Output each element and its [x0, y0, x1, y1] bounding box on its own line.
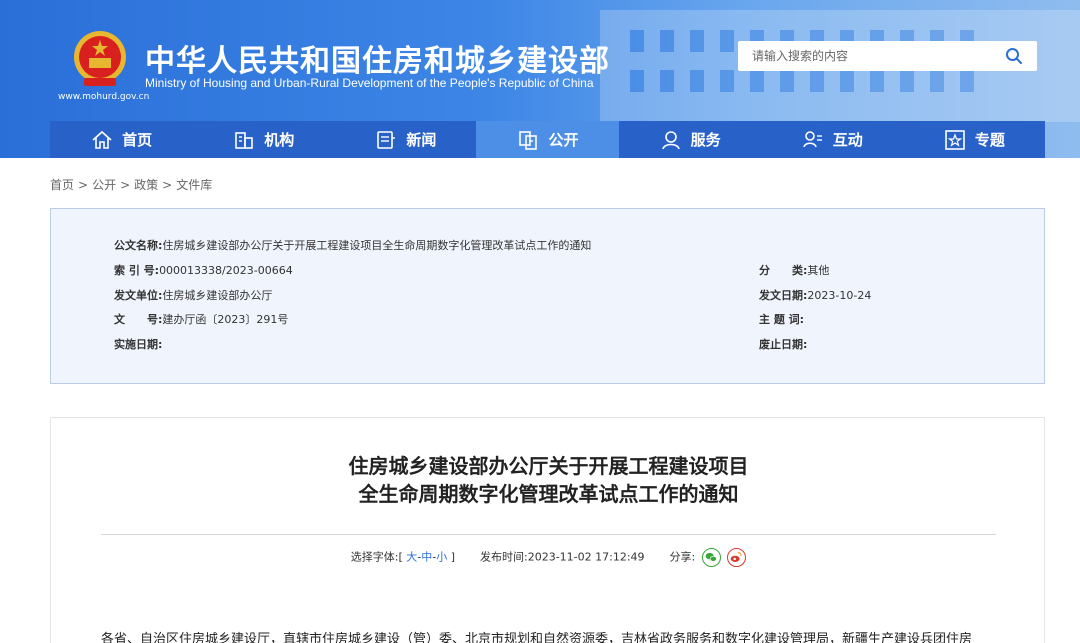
article-info-line: 选择字体:[ 大-中-小 ] 发布时间:2023-11-02 17:12:49 … — [51, 548, 1046, 567]
breadcrumb-policy[interactable]: 政策 — [134, 178, 158, 192]
article-body: 各省、自治区住房城乡建设厅，直辖市住房城乡建设（管）委、北京市规划和自然资源委，… — [101, 632, 973, 643]
nav-item-label: 互动 — [832, 131, 863, 149]
interaction-icon — [802, 130, 822, 147]
share-label: 分享: — [669, 550, 696, 564]
home-icon — [92, 130, 112, 149]
publish-time: 发布时间:2023-11-02 17:12:49 — [480, 550, 645, 564]
site-title: 中华人民共和国住房和城乡建设部 — [145, 44, 610, 79]
breadcrumb-library[interactable]: 文件库 — [176, 178, 212, 192]
nav-item-home[interactable]: 首页 — [50, 121, 192, 158]
breadcrumb: 首页 > 公开 > 政策 > 文件库 — [50, 178, 213, 192]
meta-effective-date: 实施日期: — [114, 338, 163, 351]
main-nav: 首页 机构 新闻 公开 服务 互动 专题 — [50, 121, 1045, 158]
nav-item-news[interactable]: 新闻 — [334, 121, 476, 158]
divider — [101, 534, 996, 535]
wechat-share-icon[interactable] — [701, 548, 721, 567]
meta-doc-number: 文 号:建办厅函〔2023〕291号 — [114, 313, 289, 326]
service-icon — [661, 130, 680, 149]
nav-item-interaction[interactable]: 互动 — [761, 121, 903, 158]
news-icon — [377, 130, 396, 149]
nav-item-label: 机构 — [264, 131, 295, 149]
font-large-link[interactable]: 大 — [406, 551, 417, 564]
meta-expiry-date: 废止日期: — [759, 338, 808, 351]
search-icon[interactable] — [1005, 47, 1023, 65]
meta-doc-name: 公文名称:住房城乡建设部办公厅关于开展工程建设项目全生命周期数字化管理改革试点工… — [114, 239, 592, 252]
meta-issuer: 发文单位:住房城乡建设部办公厅 — [114, 289, 273, 302]
nav-item-label: 专题 — [974, 131, 1005, 149]
breadcrumb-public[interactable]: 公开 — [92, 178, 116, 192]
building-icon — [235, 131, 254, 149]
weibo-share-icon[interactable] — [727, 548, 747, 567]
font-size-selector: 选择字体:[ 大-中-小 ] — [350, 550, 455, 564]
search-box — [738, 41, 1037, 71]
meta-category: 分 类:其他 — [759, 264, 830, 277]
search-input[interactable] — [738, 41, 998, 71]
star-icon — [945, 129, 965, 150]
article-title: 住房城乡建设部办公厅关于开展工程建设项目 全生命周期数字化管理改革试点工作的通知 — [348, 454, 749, 506]
font-medium-link[interactable]: 中 — [421, 551, 432, 564]
breadcrumb-home[interactable]: 首页 — [50, 178, 74, 192]
document-meta-box: 公文名称:住房城乡建设部办公厅关于开展工程建设项目全生命周期数字化管理改革试点工… — [50, 208, 1045, 384]
nav-item-label: 服务 — [690, 131, 721, 149]
document-icon — [519, 130, 538, 150]
nav-item-service[interactable]: 服务 — [619, 121, 761, 158]
nav-item-topics[interactable]: 专题 — [903, 121, 1045, 158]
meta-subject: 主 题 词: — [759, 313, 805, 326]
site-subtitle: Ministry of Housing and Urban-Rural Deve… — [145, 76, 594, 90]
site-url: www.mohurd.gov.cn — [58, 92, 150, 102]
article: 住房城乡建设部办公厅关于开展工程建设项目 全生命周期数字化管理改革试点工作的通知… — [50, 417, 1045, 643]
national-emblem-icon — [74, 31, 126, 86]
meta-index: 索 引 号:000013338/2023-00664 — [114, 264, 293, 277]
meta-issue-date: 发文日期:2023-10-24 — [759, 289, 872, 302]
nav-item-label: 新闻 — [406, 131, 437, 149]
nav-item-label: 公开 — [548, 131, 579, 149]
nav-item-public[interactable]: 公开 — [476, 121, 619, 158]
font-small-link[interactable]: 小 — [436, 551, 447, 564]
nav-item-organization[interactable]: 机构 — [192, 121, 334, 158]
nav-item-label: 首页 — [122, 131, 153, 149]
